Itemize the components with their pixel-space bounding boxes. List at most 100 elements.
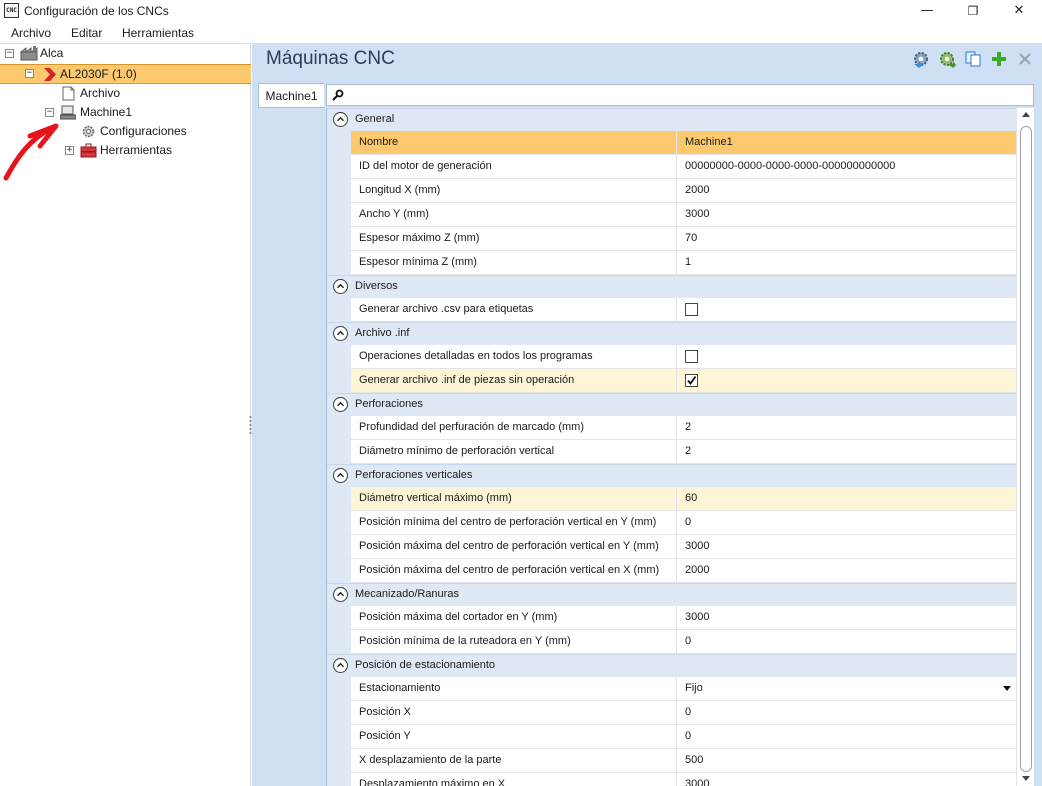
property-value[interactable]: 0 xyxy=(677,511,1016,535)
property-value[interactable]: 2 xyxy=(677,440,1016,464)
estacionamiento-select[interactable]: Fijo xyxy=(677,677,1016,701)
category-perforaciones: Perforaciones xyxy=(327,393,1016,416)
property-row-posicion-x[interactable]: Posición X 0 xyxy=(327,701,1016,725)
search-input[interactable] xyxy=(349,87,1029,103)
collapse-chevron-icon[interactable] xyxy=(333,326,348,341)
property-row-pos-max-centro-y[interactable]: Posición máxima del centro de perforació… xyxy=(327,535,1016,559)
collapse-chevron-icon[interactable] xyxy=(333,658,348,673)
collapse-chevron-icon[interactable] xyxy=(333,587,348,602)
property-row-posicion-y[interactable]: Posición Y 0 xyxy=(327,725,1016,749)
property-value[interactable]: 1 xyxy=(677,251,1016,275)
property-name: Longitud X (mm) xyxy=(351,179,677,203)
tree-label-herramientas: Herramientas xyxy=(100,143,173,157)
gear-export-icon[interactable] xyxy=(938,50,956,68)
property-row-ancho-y[interactable]: Ancho Y (mm) 3000 xyxy=(327,203,1016,227)
category-label: Perforaciones xyxy=(355,398,423,410)
tab-machine1[interactable]: Machine1 xyxy=(258,83,324,108)
restore-button[interactable]: ❐ xyxy=(950,0,996,22)
tree-node-machine1[interactable]: − Machine1 xyxy=(40,103,240,122)
tree-label-al2030f: AL2030F (1.0) xyxy=(60,67,137,81)
collapse-chevron-icon[interactable] xyxy=(333,468,348,483)
property-value[interactable]: 0 xyxy=(677,725,1016,749)
property-value[interactable]: 00000000-0000-0000-0000-000000000000 xyxy=(677,155,1016,179)
property-row-pos-min-ruteadora-y[interactable]: Posición mínima de la ruteadora en Y (mm… xyxy=(327,630,1016,654)
property-value[interactable]: 0 xyxy=(677,630,1016,654)
property-name: Diámetro vertical máximo (mm) xyxy=(351,487,677,511)
collapse-icon[interactable]: − xyxy=(5,49,14,58)
minimize-button[interactable]: — xyxy=(904,0,950,22)
property-row-nombre[interactable]: Nombre Machine1 xyxy=(327,131,1016,155)
property-row-operaciones-detalladas[interactable]: Operaciones detalladas en todos los prog… xyxy=(327,345,1016,369)
menu-editar[interactable]: Editar xyxy=(71,26,102,40)
property-row-diametro-minimo[interactable]: Diámetro mínimo de perforación vertical … xyxy=(327,440,1016,464)
property-name: Posición máxima del centro de perforació… xyxy=(351,535,677,559)
property-value[interactable]: 500 xyxy=(677,749,1016,773)
collapse-icon[interactable]: − xyxy=(25,69,34,78)
delete-icon[interactable] xyxy=(1016,50,1034,68)
property-value[interactable]: 3000 xyxy=(677,773,1016,786)
category-label: General xyxy=(355,113,395,125)
red-annotation-arrow xyxy=(3,123,59,181)
property-row-pos-min-centro-y[interactable]: Posición mínima del centro de perforació… xyxy=(327,511,1016,535)
scroll-down-arrow-icon[interactable] xyxy=(1022,776,1030,781)
close-window-button[interactable]: ✕ xyxy=(996,0,1042,22)
tree-node-al2030f[interactable]: − AL2030F (1.0) xyxy=(0,64,251,84)
property-row-pos-max-centro-x[interactable]: Posición máxima del centro de perforació… xyxy=(327,559,1016,583)
tree-label-configuraciones: Configuraciones xyxy=(100,124,187,138)
tree-node-alca[interactable]: − Alca xyxy=(0,44,251,63)
tree-node-herramientas[interactable]: + Herramientas xyxy=(60,141,250,160)
machines-panel: Máquinas CNC Machine1 General Nombre Mac… xyxy=(252,43,1042,786)
property-value[interactable]: 2000 xyxy=(677,559,1016,583)
category-posicion-estacionamiento: Posición de estacionamiento xyxy=(327,654,1016,677)
property-row-diametro-vertical-max[interactable]: Diámetro vertical máximo (mm) 60 xyxy=(327,487,1016,511)
property-row-pos-max-cortador-y[interactable]: Posición máxima del cortador en Y (mm) 3… xyxy=(327,606,1016,630)
menu-herramientas[interactable]: Herramientas xyxy=(122,26,194,40)
property-row-csv-etiquetas[interactable]: Generar archivo .csv para etiquetas xyxy=(327,298,1016,322)
gear-icon xyxy=(82,125,95,138)
property-value[interactable]: 3000 xyxy=(677,203,1016,227)
property-row-estacionamiento[interactable]: Estacionamiento Fijo xyxy=(327,677,1016,701)
collapse-chevron-icon[interactable] xyxy=(333,279,348,294)
menu-archivo[interactable]: Archivo xyxy=(11,26,51,40)
property-row-x-desplazamiento[interactable]: X desplazamiento de la parte 500 xyxy=(327,749,1016,773)
factory-icon xyxy=(20,46,38,61)
property-row-espesor-min[interactable]: Espesor mínima Z (mm) 1 xyxy=(327,251,1016,275)
dropdown-arrow-icon[interactable] xyxy=(1003,686,1011,691)
property-value[interactable]: 2000 xyxy=(677,179,1016,203)
property-row-profundidad-marcado[interactable]: Profundidad del perfuración de marcado (… xyxy=(327,416,1016,440)
copy-icon[interactable] xyxy=(964,50,982,68)
property-row-espesor-max[interactable]: Espesor máximo Z (mm) 70 xyxy=(327,227,1016,251)
property-row-longitud-x[interactable]: Longitud X (mm) 2000 xyxy=(327,179,1016,203)
property-value[interactable]: 60 xyxy=(677,487,1016,511)
category-archivo-inf: Archivo .inf xyxy=(327,322,1016,345)
property-value[interactable]: 3000 xyxy=(677,606,1016,630)
property-name: Posición X xyxy=(351,701,677,725)
collapse-chevron-icon[interactable] xyxy=(333,112,348,127)
property-row-inf-sin-operacion[interactable]: Generar archivo .inf de piezas sin opera… xyxy=(327,369,1016,393)
checkbox-unchecked[interactable] xyxy=(685,303,698,316)
property-value[interactable]: 2 xyxy=(677,416,1016,440)
scroll-up-arrow-icon[interactable] xyxy=(1022,112,1030,117)
checkbox-unchecked[interactable] xyxy=(685,350,698,363)
page-title: Máquinas CNC xyxy=(266,48,395,69)
cnc-app-icon: CNC xyxy=(4,3,19,18)
vertical-scrollbar[interactable] xyxy=(1016,108,1034,786)
category-label: Mecanizado/Ranuras xyxy=(355,588,459,600)
property-value[interactable]: 0 xyxy=(677,701,1016,725)
tree-label-machine1: Machine1 xyxy=(80,105,133,119)
property-row-desplazamiento-max-x[interactable]: Desplazamiento máximo en X 3000 xyxy=(327,773,1016,786)
tree-node-configuraciones[interactable]: Configuraciones xyxy=(80,122,250,141)
property-name: Posición máxima del cortador en Y (mm) xyxy=(351,606,677,630)
property-value[interactable]: 70 xyxy=(677,227,1016,251)
tree-node-archivo[interactable]: Archivo xyxy=(60,84,240,103)
property-value[interactable]: 3000 xyxy=(677,535,1016,559)
add-icon[interactable] xyxy=(990,50,1008,68)
search-bar[interactable] xyxy=(326,84,1034,106)
checkbox-checked[interactable] xyxy=(685,374,698,387)
scroll-thumb[interactable] xyxy=(1020,126,1032,772)
property-value[interactable]: Machine1 xyxy=(677,131,1016,155)
collapse-chevron-icon[interactable] xyxy=(333,397,348,412)
category-diversos: Diversos xyxy=(327,275,1016,298)
gear-import-icon[interactable] xyxy=(912,50,930,68)
property-row-motor-id[interactable]: ID del motor de generación 00000000-0000… xyxy=(327,155,1016,179)
